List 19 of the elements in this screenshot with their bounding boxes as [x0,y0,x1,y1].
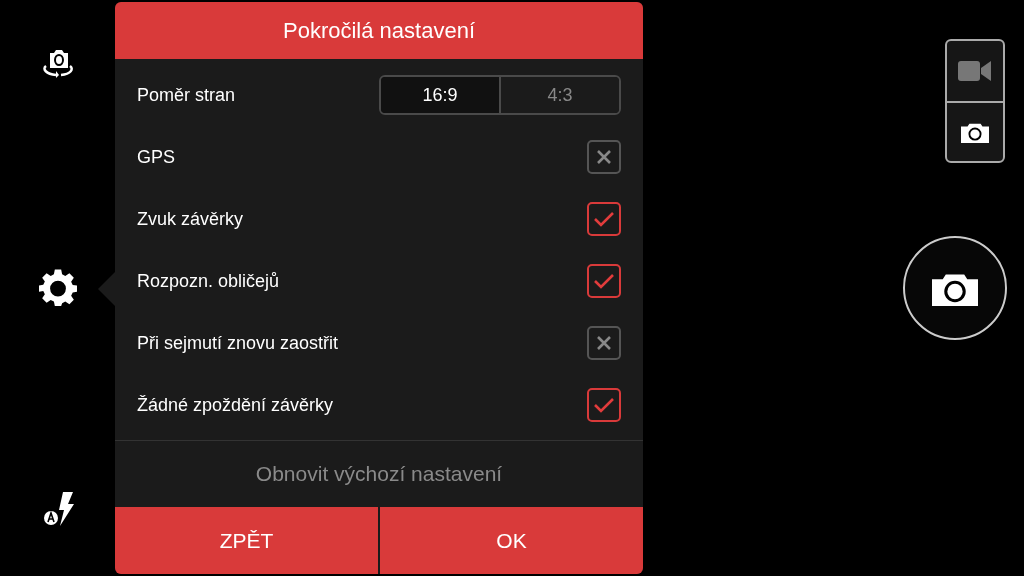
reset-defaults-button[interactable]: Obnovit výchozí nastavení [115,441,643,507]
setting-label: Zvuk závěrky [137,208,244,230]
dialog-button[interactable]: OK [380,507,643,574]
settings-icon[interactable] [38,268,77,306]
checkbox[interactable] [587,326,621,360]
aspect-ratio-option[interactable]: 16:9 [381,77,499,113]
setting-label: Rozpozn. obličejů [137,270,280,292]
setting-label: Při sejmutí znovu zaostřit [137,332,339,354]
dialog-button[interactable]: ZPĚT [115,507,378,574]
checkbox[interactable] [587,264,621,298]
aspect-ratio-option[interactable]: 4:3 [499,77,619,113]
dialog-title: Pokročilá nastavení [115,2,643,59]
checkbox[interactable] [587,140,621,174]
checkbox[interactable] [587,388,621,422]
setting-label: Poměr stran [137,84,236,106]
video-camera-icon [958,60,992,82]
setting-label: Žádné zpoždění závěrky [137,394,334,416]
checkbox[interactable] [587,202,621,236]
setting-label: GPS [137,146,175,168]
